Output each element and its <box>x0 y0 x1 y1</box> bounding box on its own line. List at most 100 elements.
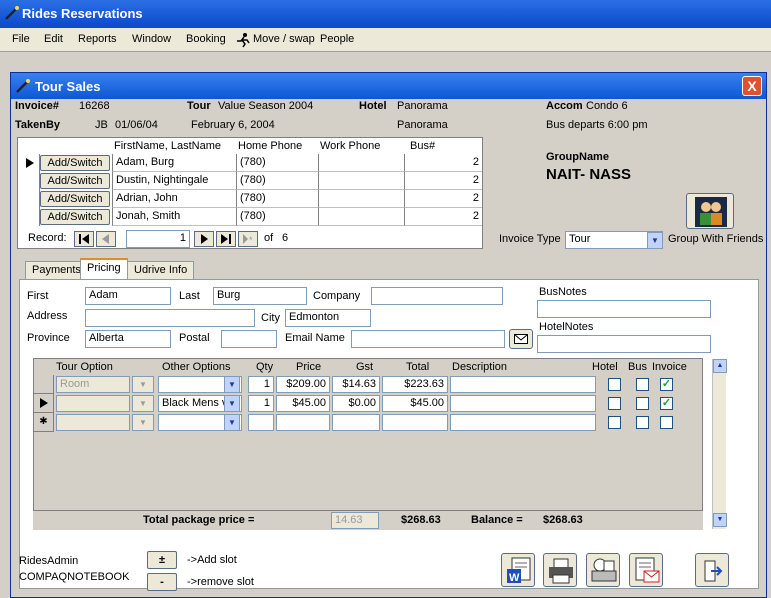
home-phone[interactable]: (780) <box>236 154 318 172</box>
gst-cell[interactable]: $14.63 <box>332 376 380 393</box>
last-record-button[interactable] <box>216 231 236 247</box>
tab-udrive-info[interactable]: Udrive Info <box>127 261 195 279</box>
options-scrollbar[interactable]: ▲ ▼ <box>712 359 727 529</box>
work-phone[interactable] <box>318 172 404 190</box>
menu-people[interactable]: People <box>320 33 354 45</box>
menu-file[interactable]: File <box>12 33 30 45</box>
group-with-friends-button[interactable] <box>686 193 734 229</box>
price-cell[interactable]: $209.00 <box>276 376 330 393</box>
postal-input[interactable] <box>221 330 277 348</box>
menu-move-swap[interactable]: Move / swap <box>253 33 315 45</box>
email-report-button[interactable] <box>629 553 663 587</box>
hotel-checkbox[interactable] <box>608 416 621 429</box>
home-phone[interactable]: (780) <box>236 208 318 226</box>
add-slot-button[interactable]: ± <box>147 551 177 569</box>
new-row-marker[interactable]: ✱ <box>34 413 54 432</box>
description-cell[interactable] <box>450 376 596 393</box>
bus-number[interactable]: 2 <box>404 190 482 208</box>
bus-checkbox[interactable] <box>636 378 649 391</box>
home-phone[interactable]: (780) <box>236 172 318 190</box>
gst-cell[interactable]: $0.00 <box>332 395 380 412</box>
work-phone[interactable] <box>318 190 404 208</box>
qty-cell[interactable]: 1 <box>248 376 274 393</box>
hotel-checkbox[interactable] <box>608 378 621 391</box>
qty-cell[interactable]: 1 <box>248 395 274 412</box>
chevron-down-icon[interactable]: ▼ <box>132 395 154 412</box>
city-input[interactable]: Edmonton <box>285 309 371 327</box>
passenger-name[interactable]: Adrian, John <box>112 190 236 208</box>
work-phone[interactable] <box>318 208 404 226</box>
menu-reports[interactable]: Reports <box>78 33 117 45</box>
add-switch-button[interactable]: Add/Switch <box>40 173 110 189</box>
company-input[interactable] <box>371 287 503 305</box>
menu-booking[interactable]: Booking <box>186 33 226 45</box>
tab-pricing[interactable]: Pricing <box>80 258 128 280</box>
address-input[interactable] <box>85 309 255 327</box>
bus-number[interactable]: 2 <box>404 154 482 172</box>
home-phone[interactable]: (780) <box>236 190 318 208</box>
new-record-button[interactable]: * <box>238 231 258 247</box>
description-cell[interactable] <box>450 395 596 412</box>
exit-button[interactable] <box>695 553 729 587</box>
row-selector[interactable] <box>20 154 40 172</box>
price-cell[interactable] <box>276 414 330 431</box>
first-record-button[interactable] <box>74 231 94 247</box>
last-name-input[interactable]: Burg <box>213 287 307 305</box>
total-cell[interactable] <box>382 414 448 431</box>
row-selector[interactable] <box>20 172 40 190</box>
remove-slot-button[interactable]: - <box>147 573 177 591</box>
invoice-checkbox[interactable]: ✓ <box>660 378 673 391</box>
tour-option-cell[interactable] <box>56 414 130 431</box>
bus-checkbox[interactable] <box>636 397 649 410</box>
menu-window[interactable]: Window <box>132 33 171 45</box>
bus-checkbox[interactable] <box>636 416 649 429</box>
fax-button[interactable] <box>586 553 620 587</box>
row-selector[interactable] <box>34 394 54 413</box>
work-phone[interactable] <box>318 154 404 172</box>
passenger-name[interactable]: Jonah, Smith <box>112 208 236 226</box>
total-cell[interactable]: $223.63 <box>382 376 448 393</box>
invoice-checkbox[interactable]: ✓ <box>660 397 673 410</box>
tab-payments[interactable]: Payments <box>25 261 88 279</box>
tour-option-cell[interactable]: Room <box>56 376 130 393</box>
add-switch-button[interactable]: Add/Switch <box>40 209 110 225</box>
hotel-checkbox[interactable] <box>608 397 621 410</box>
add-switch-button[interactable]: Add/Switch <box>40 155 110 171</box>
chevron-down-icon[interactable]: ▼ <box>132 414 154 431</box>
description-cell[interactable] <box>450 414 596 431</box>
total-cell[interactable]: $45.00 <box>382 395 448 412</box>
qty-cell[interactable] <box>248 414 274 431</box>
chevron-down-icon[interactable]: ▼ <box>647 232 663 249</box>
price-cell[interactable]: $45.00 <box>276 395 330 412</box>
scroll-down-button[interactable]: ▼ <box>713 513 727 527</box>
chevron-down-icon[interactable]: ▼ <box>224 395 240 412</box>
email-input[interactable] <box>351 330 505 348</box>
add-switch-button[interactable]: Add/Switch <box>40 191 110 207</box>
close-button[interactable]: X <box>742 76 762 96</box>
word-report-button[interactable]: W <box>501 553 535 587</box>
print-button[interactable] <box>543 553 577 587</box>
send-email-button[interactable] <box>509 329 533 349</box>
passenger-name[interactable]: Dustin, Nightingale <box>112 172 236 190</box>
chevron-down-icon[interactable]: ▼ <box>132 376 154 393</box>
record-number-input[interactable]: 1 <box>126 230 190 248</box>
menu-edit[interactable]: Edit <box>44 33 63 45</box>
next-record-button[interactable] <box>194 231 214 247</box>
row-selector[interactable] <box>20 208 40 226</box>
hotelnotes-input[interactable] <box>537 335 711 353</box>
row-selector[interactable] <box>20 190 40 208</box>
bus-number[interactable]: 2 <box>404 208 482 226</box>
tour-option-cell[interactable] <box>56 395 130 412</box>
invoice-checkbox[interactable] <box>660 416 673 429</box>
chevron-down-icon[interactable]: ▼ <box>224 376 240 393</box>
busnotes-input[interactable] <box>537 300 711 318</box>
bus-number[interactable]: 2 <box>404 172 482 190</box>
prev-record-button[interactable] <box>96 231 116 247</box>
passenger-name[interactable]: Adam, Burg <box>112 154 236 172</box>
chevron-down-icon[interactable]: ▼ <box>224 414 240 431</box>
gst-cell[interactable] <box>332 414 380 431</box>
scroll-up-button[interactable]: ▲ <box>713 359 727 373</box>
province-input[interactable]: Alberta <box>85 330 171 348</box>
row-selector[interactable] <box>34 375 54 394</box>
first-name-input[interactable]: Adam <box>85 287 171 305</box>
